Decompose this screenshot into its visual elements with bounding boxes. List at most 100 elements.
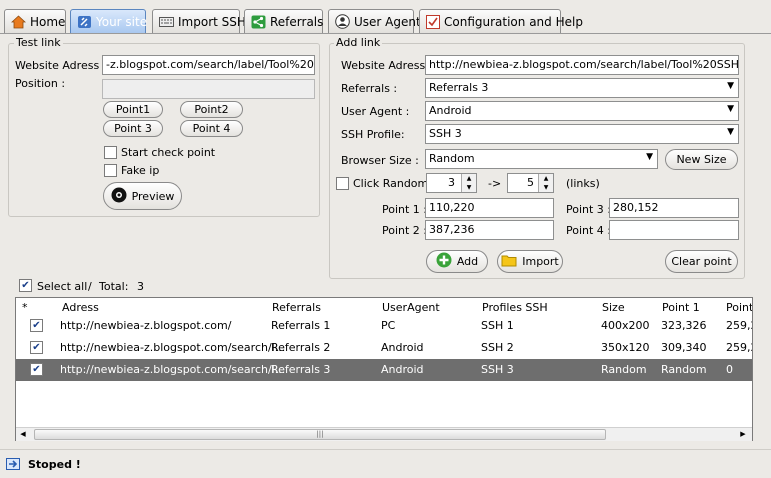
row-useragent: Android <box>381 363 424 376</box>
select-all-label: Select all <box>37 280 88 293</box>
row-referrals: Referrals 1 <box>271 319 331 332</box>
browser-size-select[interactable]: Random ▼ <box>425 149 658 169</box>
clear-point-button[interactable]: Clear point <box>665 250 738 273</box>
home-icon <box>11 14 26 30</box>
new-size-button[interactable]: New Size <box>665 149 738 170</box>
referrals-select[interactable]: Referrals 3 ▼ <box>425 78 739 98</box>
click-random-checkbox[interactable] <box>336 177 349 190</box>
point4-input[interactable] <box>609 220 739 240</box>
website-label: Website Adress : <box>15 59 107 72</box>
user-agent-select[interactable]: Android ▼ <box>425 101 739 121</box>
preview-label: Preview <box>131 189 175 203</box>
start-check-point-checkbox[interactable] <box>104 146 117 159</box>
scroll-left-icon[interactable]: ◀ <box>18 430 28 439</box>
column-header-useragent[interactable]: UserAgent <box>382 301 440 314</box>
import-button[interactable]: Import <box>497 250 563 273</box>
chevron-down-icon: ▼ <box>727 81 734 91</box>
row-point1: 323,326 <box>661 319 707 332</box>
point2-button[interactable]: Point2 <box>180 101 243 118</box>
new-size-label: New Size <box>676 153 727 166</box>
point2-label: Point 2 : <box>382 224 428 237</box>
plus-icon <box>436 252 452 271</box>
column-header-size[interactable]: Size <box>602 301 625 314</box>
row-point2: 259,2 <box>726 341 752 354</box>
stepper-up-icon[interactable]: ▲ <box>461 174 476 183</box>
column-header-profiles-ssh[interactable]: Profiles SSH <box>482 301 548 314</box>
column-header-address[interactable]: Adress <box>62 301 99 314</box>
scroll-thumb[interactable]: ||| <box>34 429 606 440</box>
tab-bar-divider <box>0 33 771 34</box>
clear-point-label: Clear point <box>671 255 732 268</box>
scroll-right-icon[interactable]: ▶ <box>738 430 748 439</box>
point1-input[interactable]: 110,220 <box>425 198 554 218</box>
status-bar: Stoped ! <box>0 449 771 478</box>
stepper-down-icon[interactable]: ▼ <box>538 183 553 192</box>
status-text: Stoped ! <box>28 458 81 471</box>
checklist-icon <box>426 14 440 30</box>
table-row-selected[interactable]: ✔ http://newbiea-z.blogspot.com/search/l… <box>16 359 752 381</box>
row-address: http://newbiea-z.blogspot.com/ <box>60 319 232 332</box>
fake-ip-label: Fake ip <box>121 164 160 177</box>
row-size: Random <box>601 363 647 376</box>
row-checkbox[interactable]: ✔ <box>30 319 43 332</box>
point3-button[interactable]: Point 3 <box>103 120 163 137</box>
test-website-input[interactable]: -z.blogspot.com/search/label/Tool%20SSH <box>102 55 315 75</box>
column-header-point1[interactable]: Point 1 <box>662 301 700 314</box>
stepper-up-icon[interactable]: ▲ <box>538 174 553 183</box>
status-arrow-icon <box>6 458 20 470</box>
point1-button[interactable]: Point1 <box>103 101 163 118</box>
tab-configuration-help[interactable]: Configuration and Help <box>419 9 583 34</box>
select-all-checkbox[interactable]: ✔ <box>19 279 32 292</box>
row-point1: 309,340 <box>661 341 707 354</box>
row-ssh: SSH 3 <box>481 363 514 376</box>
link-icon <box>77 14 92 30</box>
tab-home[interactable]: Home <box>4 9 66 34</box>
point2-input[interactable]: 387,236 <box>425 220 554 240</box>
chevron-down-icon: ▼ <box>646 152 653 162</box>
click-from-stepper[interactable]: 3 ▲ ▼ <box>426 173 477 193</box>
fake-ip-checkbox[interactable] <box>104 164 117 177</box>
tab-referrals[interactable]: Referrals <box>244 9 323 34</box>
row-referrals: Referrals 3 <box>271 363 331 376</box>
row-address: http://newbiea-z.blogspot.com/search/l..… <box>60 341 286 354</box>
range-arrow: -> <box>488 177 502 190</box>
row-referrals: Referrals 2 <box>271 341 331 354</box>
test-link-title: Test link <box>14 36 63 49</box>
row-point2: 259,2 <box>726 319 752 332</box>
column-header-select[interactable]: * <box>22 301 28 314</box>
column-header-referrals[interactable]: Referrals <box>272 301 321 314</box>
tab-label: Import SSH <box>178 14 246 29</box>
table-row[interactable]: ✔ http://newbiea-z.blogspot.com/ Referra… <box>16 315 752 337</box>
referrals-label: Referrals : <box>341 82 398 95</box>
row-useragent: Android <box>381 341 424 354</box>
tab-label: Home <box>30 14 66 29</box>
preview-button[interactable]: Preview <box>103 182 182 210</box>
row-checkbox[interactable]: ✔ <box>30 341 43 354</box>
tab-import-ssh[interactable]: Import SSH <box>152 9 246 34</box>
click-to-stepper[interactable]: 5 ▲ ▼ <box>507 173 554 193</box>
camera-icon <box>111 187 127 206</box>
tab-user-agent[interactable]: User Agent <box>328 9 421 34</box>
click-from-value: 3 <box>448 176 455 189</box>
row-point2: 0 <box>726 363 733 376</box>
horizontal-scrollbar[interactable]: ◀ ||| ▶ <box>16 427 752 441</box>
point4-button[interactable]: Point 4 <box>180 120 243 137</box>
ssh-profile-select[interactable]: SSH 3 ▼ <box>425 124 739 144</box>
start-check-point-label: Start check point <box>121 146 216 159</box>
chevron-down-icon: ▼ <box>727 127 734 137</box>
tab-label: User Agent <box>354 14 421 29</box>
row-address: http://newbiea-z.blogspot.com/search/l..… <box>60 363 286 376</box>
table-row[interactable]: ✔ http://newbiea-z.blogspot.com/search/l… <box>16 337 752 359</box>
row-point1: Random <box>661 363 707 376</box>
keyboard-icon <box>159 14 174 30</box>
add-website-input[interactable]: http://newbiea-z.blogspot.com/search/lab… <box>425 55 739 75</box>
stepper-down-icon[interactable]: ▼ <box>461 183 476 192</box>
column-header-point2[interactable]: Point <box>726 301 752 314</box>
tab-label: Configuration and Help <box>444 14 583 29</box>
add-button[interactable]: Add <box>426 250 488 273</box>
share-icon <box>251 14 266 30</box>
point3-input[interactable]: 280,152 <box>609 198 739 218</box>
tab-your-site[interactable]: Your site <box>70 9 147 34</box>
row-checkbox[interactable]: ✔ <box>30 363 43 376</box>
total-value: 3 <box>137 280 144 293</box>
